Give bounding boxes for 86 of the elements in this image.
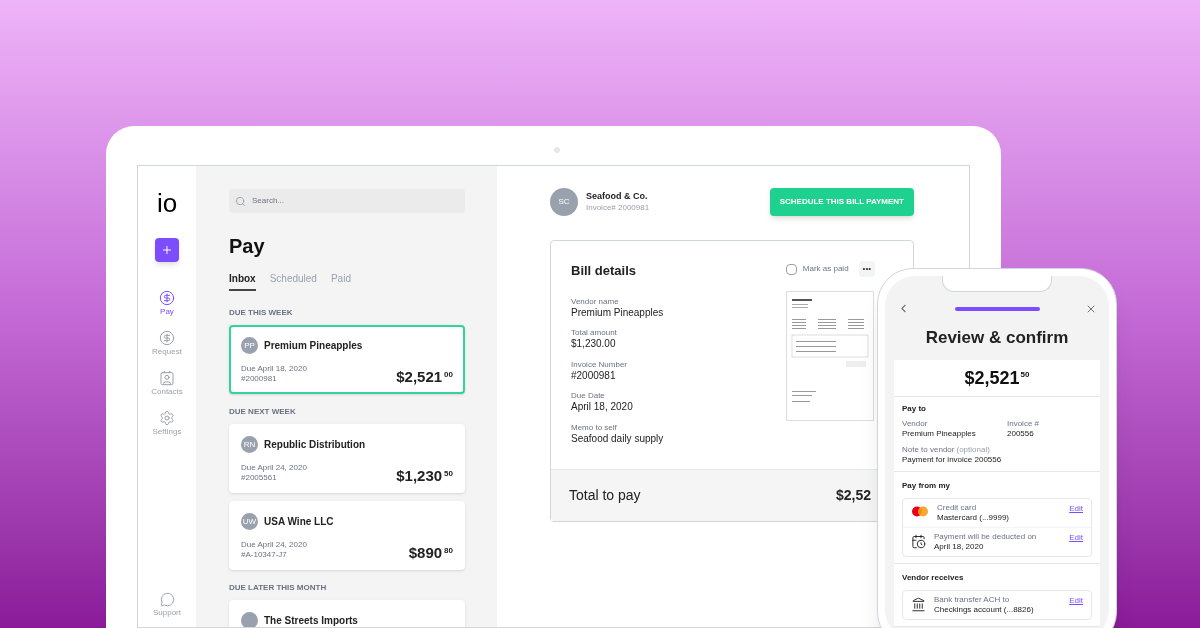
row-label: Bank transfer ACH to [934, 594, 1011, 605]
support-button[interactable]: Support [153, 592, 181, 617]
field-value: Payment for invoice 200556 [902, 454, 1003, 465]
avatar: RN [241, 436, 258, 453]
field-value: 200556 [1007, 428, 1035, 439]
card-logo-icon [911, 505, 929, 517]
field-label: Due Date [571, 391, 606, 401]
amount-cents: 00 [444, 369, 453, 381]
chat-bubble-icon [159, 592, 175, 607]
vendor-name: Premium Pineapples [264, 339, 363, 353]
bank-icon [911, 596, 926, 612]
add-button[interactable] [155, 238, 179, 262]
due-date: Due April 24, 2020 [241, 463, 307, 473]
avatar: PP [241, 337, 258, 354]
edit-link[interactable]: Edit [1069, 531, 1083, 544]
phone-title: Review & confirm [924, 327, 1070, 349]
mark-paid-label: Mark as paid [802, 263, 849, 275]
edit-link[interactable]: Edit [1069, 594, 1083, 607]
field-label: Total amount [571, 328, 618, 338]
page-title: Pay [229, 234, 266, 259]
contact-card-icon [159, 370, 175, 386]
app-logo: io [156, 190, 178, 216]
edit-link[interactable]: Edit [1069, 502, 1083, 515]
bill-amount: $1,230 [396, 468, 443, 483]
calendar-clock-icon [911, 533, 926, 549]
field-value: Premium Pineapples [902, 428, 977, 439]
row-label: Payment will be deducted on [934, 531, 1038, 542]
nav-item[interactable]: Contacts [151, 370, 183, 396]
nav-item[interactable]: Settings [152, 410, 182, 436]
section-heading: Pay from my [902, 479, 952, 492]
tab[interactable]: Inbox [229, 271, 256, 291]
section-heading: DUE THIS WEEK [229, 307, 294, 319]
field-value: #2000981 [571, 369, 617, 382]
invoice-number: #2000981 [241, 374, 278, 384]
total-amount: $2,52 [835, 486, 871, 505]
invoice-number: Invoice# 2000981 [586, 202, 650, 213]
plus-icon [161, 244, 173, 256]
search-input[interactable]: Search... [252, 195, 459, 207]
due-date: Due April 24, 2020 [241, 540, 307, 550]
row-value: Mastercard (...9999) [937, 512, 1011, 523]
total-label: Total to pay [569, 486, 641, 505]
dollar-icon [159, 290, 175, 306]
section-heading: DUE LATER THIS MONTH [229, 582, 328, 594]
more-button[interactable]: ••• [858, 261, 875, 277]
nav-item[interactable]: Request [152, 330, 182, 356]
invoice-number: #A-10347-J7 [241, 550, 288, 560]
avatar [241, 612, 258, 627]
search-field[interactable]: Search... [229, 189, 465, 213]
field-label: Vendor name [571, 296, 620, 307]
section-heading: Vendor receives [902, 571, 965, 584]
section-heading: Pay to [902, 402, 927, 415]
field-label: Vendor [902, 418, 929, 429]
vendor-name: USA Wine LLC [264, 515, 334, 529]
amount-cents: 50 [1020, 368, 1030, 381]
search-icon [235, 195, 246, 207]
nav-item[interactable]: Pay [159, 290, 175, 316]
invoice-number: #2005561 [241, 473, 278, 483]
field-value: Premium Pineapples [571, 306, 664, 319]
row-label: Credit card [937, 502, 978, 513]
field-value: Seafood daily supply [571, 432, 664, 445]
dollar-icon [159, 330, 175, 346]
vendor-avatar: SC [550, 188, 578, 216]
payment-amount: $2,521 [964, 368, 1020, 387]
card-title: Bill details [571, 262, 638, 280]
vendor-name: Seafood & Co. [586, 191, 649, 203]
amount-cents: 80 [444, 545, 453, 557]
due-date: Due April 18, 2020 [241, 364, 307, 374]
bill-amount: $2,521 [396, 369, 443, 384]
bill-amount: $890 [408, 545, 443, 560]
amount-cents: 50 [444, 468, 453, 480]
field-value: April 18, 2020 [571, 401, 634, 414]
vendor-name: The Streets Imports [264, 614, 358, 627]
field-label: Note to vendor [902, 444, 955, 455]
mark-paid-checkbox[interactable] [785, 263, 797, 275]
field-value: $1,230.00 [571, 338, 617, 351]
avatar: UW [241, 513, 258, 530]
bill-card[interactable]: The Streets Imports [229, 600, 465, 627]
row-value: April 18, 2020 [934, 541, 985, 552]
field-label: Invoice Number [571, 359, 629, 370]
section-heading: DUE NEXT WEEK [229, 406, 297, 418]
field-label: Memo to self [571, 422, 618, 433]
settings-icon [159, 410, 175, 426]
row-value: Checkings account (...8826) [934, 604, 1035, 615]
field-label: Invoice # [1007, 418, 1040, 429]
optional-hint: (optional) [956, 444, 990, 455]
vendor-name: Republic Distribution [264, 438, 366, 452]
